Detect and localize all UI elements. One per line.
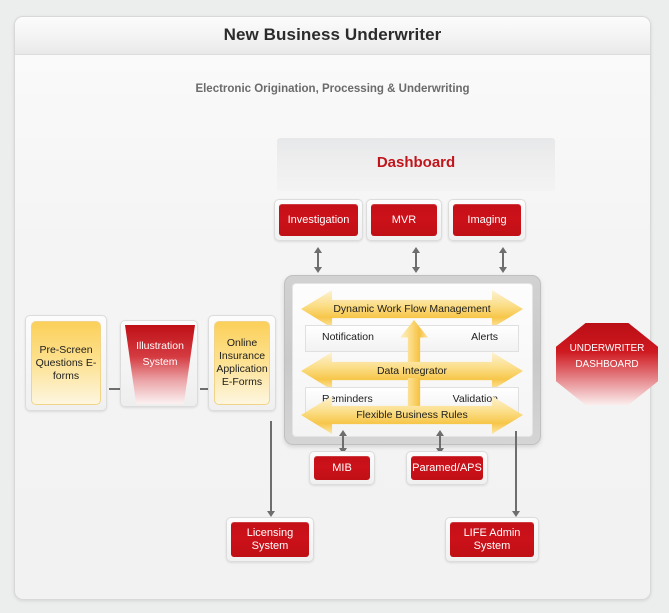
flow-pre-screen[interactable]: Pre-Screen Questions E-forms <box>25 315 107 411</box>
connector-paramed <box>439 435 441 449</box>
service-paramed-aps[interactable]: Paramed/APS <box>406 451 488 485</box>
system-licensing-label: Licensing System <box>231 522 309 557</box>
label-notification: Notification <box>322 331 374 343</box>
flow-illustration-system[interactable]: Illustration System <box>120 320 198 407</box>
service-mib-label: MIB <box>314 456 370 480</box>
connector-life-admin <box>515 431 517 513</box>
page-title: New Business Underwriter <box>223 25 442 44</box>
label-alerts: Alerts <box>471 331 498 343</box>
service-investigation[interactable]: Investigation <box>274 199 363 241</box>
system-life-admin-label: LIFE Admin System <box>450 522 534 557</box>
connector-investigation <box>317 252 319 268</box>
system-life-admin[interactable]: LIFE Admin System <box>445 517 539 562</box>
service-mib[interactable]: MIB <box>309 451 375 485</box>
connector-mvr <box>415 252 417 268</box>
service-mvr-label: MVR <box>371 204 437 236</box>
service-paramed-aps-label: Paramed/APS <box>411 456 483 480</box>
service-imaging-label: Imaging <box>453 204 521 236</box>
service-imaging[interactable]: Imaging <box>448 199 526 241</box>
page-subtitle: Electronic Origination, Processing & Und… <box>195 83 470 95</box>
arrow-mvr-down <box>412 267 420 273</box>
connector-imaging <box>502 252 504 268</box>
flow-online-application[interactable]: Online Insurance Application E-Forms <box>208 315 276 411</box>
main-card: New Business Underwriter Electronic Orig… <box>14 16 658 600</box>
system-licensing[interactable]: Licensing System <box>226 517 314 562</box>
connector-licensing <box>270 421 272 513</box>
dashboard-panel-label: Dashboard <box>376 154 456 171</box>
arrow-imaging-down <box>499 267 507 273</box>
underwriter-line-2: DASHBOARD <box>575 359 639 370</box>
integrator-inner: Dynamic Work Flow Management Notificatio… <box>292 283 533 437</box>
dashboard-panel: Dashboard <box>277 138 555 191</box>
flow-pre-screen-label: Pre-Screen Questions E-forms <box>31 321 101 405</box>
flow-illustration-system-label: Illustration System <box>125 325 195 404</box>
service-investigation-label: Investigation <box>279 204 358 236</box>
underwriter-dashboard-octagon[interactable]: UNDERWRITER DASHBOARD <box>556 323 658 405</box>
bar-flexible-business-rules-label: Flexible Business Rules <box>356 409 468 421</box>
flow-online-application-label: Online Insurance Application E-Forms <box>214 321 270 405</box>
integrator-panel: Dynamic Work Flow Management Notificatio… <box>284 275 541 445</box>
connector-mib <box>342 435 344 449</box>
service-mvr[interactable]: MVR <box>366 199 442 241</box>
bar-dynamic-workflow-label: Dynamic Work Flow Management <box>333 303 491 315</box>
arrow-investigation-down <box>314 267 322 273</box>
underwriter-line-1: UNDERWRITER <box>569 343 645 354</box>
